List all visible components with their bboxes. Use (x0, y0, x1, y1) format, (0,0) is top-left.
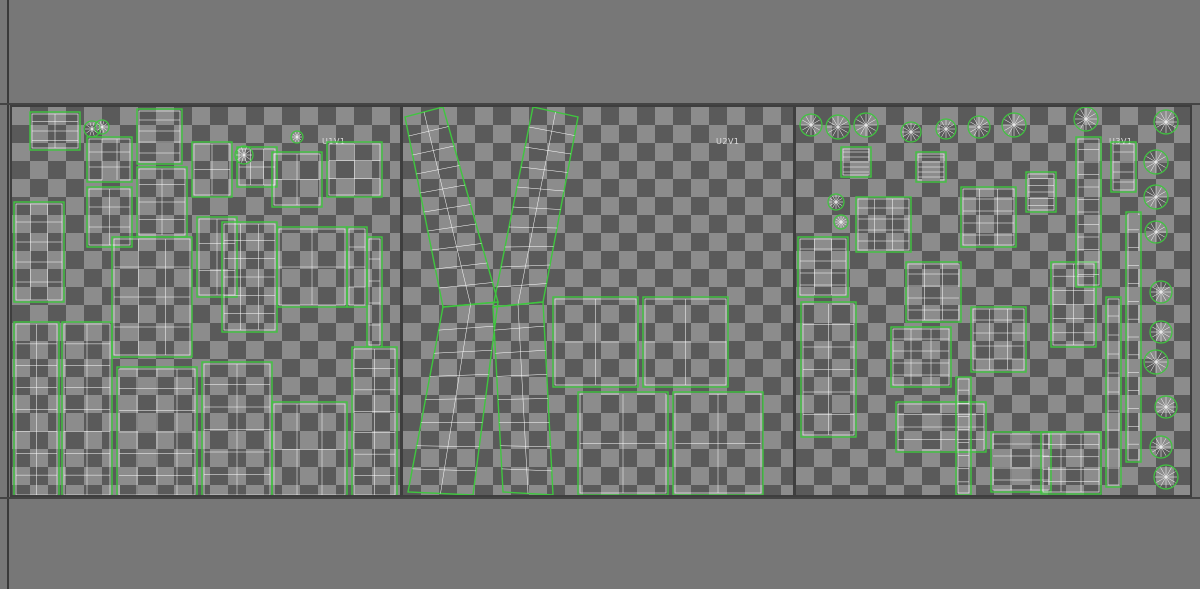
uv-shell (404, 107, 499, 308)
viewport-left-border (7, 0, 9, 589)
uv-shell (1110, 141, 1137, 193)
uv-shell-inner (907, 263, 960, 321)
uv-shell (905, 261, 962, 323)
uv-edge (431, 243, 482, 251)
uv-shell (855, 196, 912, 253)
uv-shell (271, 401, 348, 495)
uv-shells-tile-2[interactable] (403, 107, 793, 495)
uv-shell-inner (962, 188, 1015, 246)
uv-tile-u1v1[interactable]: U1V1 (12, 107, 400, 495)
uv-editor-viewport[interactable]: U1V1 U2V1 U3V1 (0, 0, 1200, 589)
uv-edge (416, 165, 460, 175)
uv-shell (136, 108, 183, 165)
uv-shell (890, 326, 952, 388)
uv-shell-inner (799, 238, 847, 296)
uv-edge (524, 146, 572, 155)
uv-edge (427, 223, 477, 232)
uv-shell (970, 306, 1027, 373)
uv-shell-inner (138, 110, 181, 163)
uv-shell (492, 107, 579, 308)
lower-grid-line (0, 497, 1200, 499)
uv-edge (520, 166, 568, 173)
uv-edge (420, 184, 466, 194)
uv-edge (516, 186, 565, 192)
uv-shell (13, 201, 65, 303)
uv-shell-inner (1112, 143, 1135, 191)
uv-edge (439, 282, 493, 289)
uv-shell-inner (972, 308, 1025, 371)
uv-shell (86, 136, 133, 183)
uv-shell (797, 236, 849, 298)
uv-edge (504, 246, 554, 248)
uv-edge (408, 126, 449, 137)
uv-shells-tile-3[interactable] (796, 107, 1190, 495)
uv-shells-tile-1[interactable] (12, 107, 400, 495)
uv-shell-inner (368, 238, 381, 346)
uv-shell-inner (892, 328, 950, 386)
uv-shell (990, 431, 1052, 493)
uv-edge (528, 126, 575, 136)
uv-shell-inner (88, 138, 131, 181)
uv-shell-inner (857, 198, 910, 251)
uv-edge (435, 262, 488, 270)
uv-shell-inner (957, 378, 970, 494)
uv-shell (1040, 431, 1102, 495)
uv-tile-u3v1[interactable]: U3V1 (796, 107, 1190, 495)
uv-edge (412, 145, 455, 156)
uv-shell (960, 186, 1017, 248)
uv-tile-u2v1[interactable]: U2V1 (403, 107, 793, 495)
uv-shell-inner (15, 203, 63, 301)
uv-edge (423, 204, 471, 213)
